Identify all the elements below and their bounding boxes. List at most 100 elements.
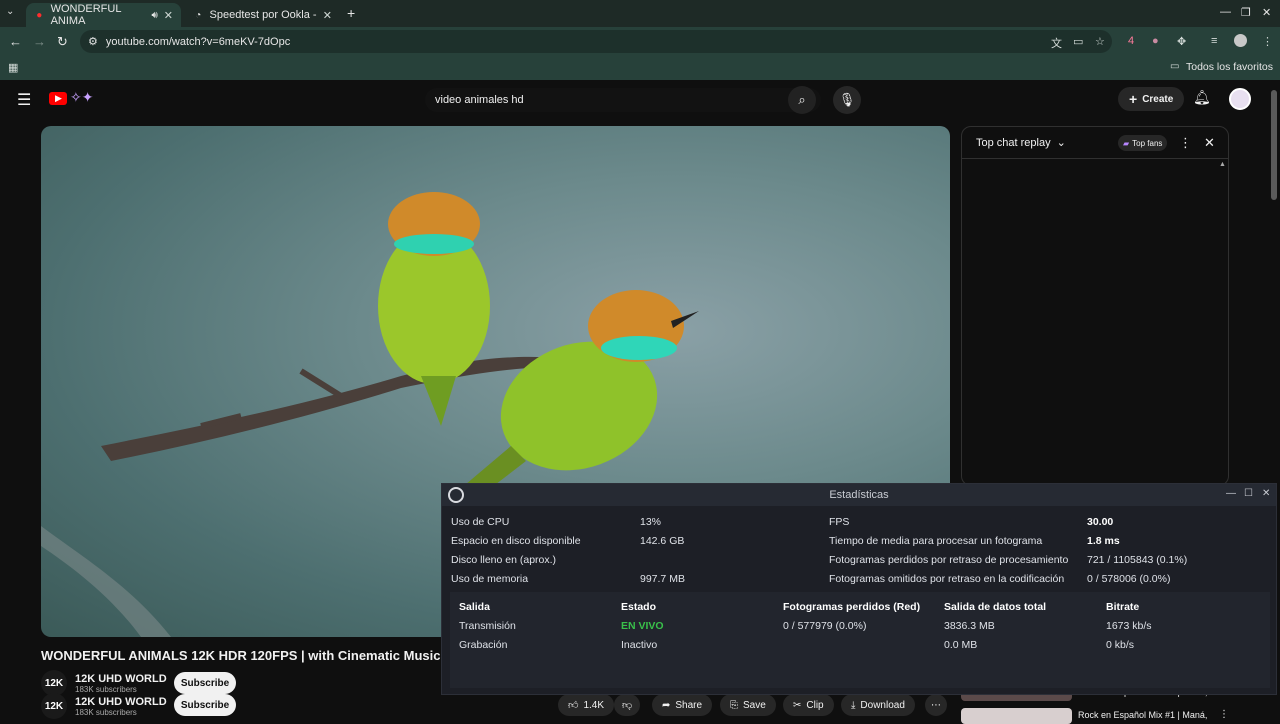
tab-title: WONDERFUL ANIMA [50,3,122,27]
column-header: Bitrate [1106,601,1140,613]
tab-search-icon[interactable]: ⌄ [6,6,14,17]
obs-stats-window: Estadísticas — ☐ ✕ Uso de CPU 13% Espaci… [441,483,1277,695]
stat-value: 721 / 1105843 (0.1%) [1087,554,1188,566]
subscribe-button[interactable]: Subscribe [174,672,236,694]
menu-kebab-icon[interactable]: ⋮ [1262,35,1273,48]
search-input[interactable]: video animales hd ✕ [425,88,821,112]
download-button[interactable]: ⤓ Download [841,694,915,716]
browser-tab-bar: ⌄ ● WONDERFUL ANIMA 🔊︎ ✕ ◔ Speedtest por… [0,0,1280,27]
extension-icon[interactable]: ● [1152,35,1159,47]
translate-icon[interactable]: 文 [1051,35,1062,51]
thumbs-down-icon: 👎︎ [622,700,633,711]
scroll-up-icon[interactable]: ▲ [1219,161,1226,168]
notifications-bell-icon[interactable]: 🔔︎ [1193,89,1211,106]
stat-value: 142.6 GB [640,535,685,547]
close-chat-icon[interactable]: ✕ [1204,135,1215,151]
obs-logo-icon [448,487,464,503]
new-tab-icon[interactable]: + [347,5,355,21]
extension-icon[interactable]: 4 [1128,35,1134,47]
save-label: Save [743,699,766,711]
site-info-icon[interactable]: ⚙︎ [88,35,98,48]
share-button[interactable]: ➦ Share [652,694,713,716]
masthead: ☰ ▶ ✧✦ video animales hd ✕ ⌕ 🎙︎ + Create… [0,80,1280,118]
thumbs-up-icon: 👍︎ [568,700,579,711]
table-cell: Inactivo [621,639,658,651]
top-fans-label: Top fans [1132,138,1163,148]
close-tab-icon[interactable]: ✕ [164,9,173,22]
minimize-icon[interactable]: — [1226,488,1236,499]
subscribe-button[interactable]: Subscribe [174,694,236,716]
bookmark-star-icon[interactable]: ☆ [1095,35,1105,48]
url-field[interactable]: ⚙︎ youtube.com/watch?v=6meKV-7dOpc [80,30,1112,53]
channel-avatar[interactable]: 12K [41,693,67,719]
stat-label: Uso de memoria [451,573,529,585]
tab-speedtest[interactable]: ◔ Speedtest por Ookla - La ✕ [185,3,340,27]
create-button[interactable]: + Create [1118,87,1185,111]
recommendation-thumbnail[interactable] [961,708,1072,724]
like-count: 1.4K [583,699,605,711]
stat-value: 0 / 578006 (0.0%) [1087,573,1171,585]
restore-icon[interactable]: ❐ [1241,6,1251,19]
reload-icon[interactable]: ↻ [57,34,68,50]
like-button[interactable]: 👍︎ 1.4K [558,694,615,716]
table-cell: 0 kb/s [1106,639,1135,651]
page-scrollbar[interactable] [1271,90,1277,200]
search-query: video animales hd [435,94,524,106]
stat-value: 1.8 ms [1087,535,1120,547]
close-tab-icon[interactable]: ✕ [323,9,332,22]
account-avatar[interactable] [1229,88,1251,110]
play-triangle-icon: ▶ [55,93,62,103]
cast-icon[interactable]: ▭ [1073,35,1083,48]
download-icon: ⤓ [851,699,856,711]
save-button[interactable]: ⎘ Save [720,694,776,716]
close-window-icon[interactable]: ✕ [1262,488,1270,499]
subscriber-count: 183K subscribers [75,707,137,717]
stat-value: 13% [640,516,662,528]
hamburger-menu-icon[interactable]: ☰ [17,90,31,110]
bookmark-icon: ⎘ [730,699,738,711]
column-header: Estado [621,601,657,613]
obs-titlebar[interactable]: Estadísticas — ☐ ✕ [442,484,1276,506]
recommendation-menu-icon[interactable]: ⋮ [1219,709,1229,720]
table-cell: 0 / 577979 (0.0%) [783,620,867,632]
extensions-puzzle-icon[interactable]: ✥ [1177,35,1186,48]
clip-button[interactable]: ✂ Clip [783,694,834,716]
youtube-logo[interactable]: ▶ [49,92,67,105]
tab-youtube[interactable]: ● WONDERFUL ANIMA 🔊︎ ✕ [26,3,181,27]
maximize-icon[interactable]: ☐ [1244,488,1253,499]
voice-search-button[interactable]: 🎙︎ [833,86,861,114]
stat-label: FPS [829,516,850,528]
more-actions-button[interactable]: ⋯ [925,694,947,716]
chevron-down-icon[interactable]: ⌄ [1057,136,1066,149]
chat-menu-kebab-icon[interactable]: ⋮ [1179,135,1192,151]
recommendation-title[interactable]: Rock en Español Mix #1 | Maná, [1078,710,1207,720]
chat-mode-label[interactable]: Top chat replay [976,137,1051,149]
status-live-cell: EN VIVO [621,620,664,632]
media-controls-icon[interactable]: ≡ [1211,35,1217,47]
microphone-icon: 🎙︎ [838,92,856,107]
column-header: Fotogramas perdidos (Red) [783,601,921,613]
column-header: Salida [459,601,490,613]
table-cell: Transmisión [459,620,516,632]
column-header: Salida de datos total [944,601,1047,613]
create-label: Create [1142,93,1174,105]
doodle-search-icon[interactable]: ✧✦ [70,89,93,106]
stat-label: Tiempo de media para procesar un fotogra… [829,535,1043,547]
back-icon[interactable]: ← [9,34,22,49]
top-fans-chip[interactable]: ▰ Top fans [1118,135,1168,151]
dislike-button[interactable]: 👎︎ [614,694,641,716]
stat-label: Uso de CPU [451,516,510,528]
forward-icon[interactable]: → [33,34,46,49]
close-window-icon[interactable]: ✕ [1262,6,1271,19]
audio-icon[interactable]: 🔊︎ [151,10,157,21]
channel-name[interactable]: 12K UHD WORLD [75,673,167,685]
stat-label: Fotogramas omitidos por retraso en la co… [829,573,1065,585]
search-button[interactable]: ⌕ [788,86,816,114]
apps-grid-icon[interactable]: ▦ [8,61,18,74]
minimize-icon[interactable]: — [1220,6,1231,18]
profile-avatar[interactable] [1234,34,1247,47]
all-bookmarks-label[interactable]: Todos los favoritos [1186,61,1273,73]
stat-value: 997.7 MB [640,573,685,585]
recommendation-item[interactable]: Rock en Español Mix #1 | Maná, ⋮ [961,708,1261,724]
channel-name[interactable]: 12K UHD WORLD [75,696,167,708]
